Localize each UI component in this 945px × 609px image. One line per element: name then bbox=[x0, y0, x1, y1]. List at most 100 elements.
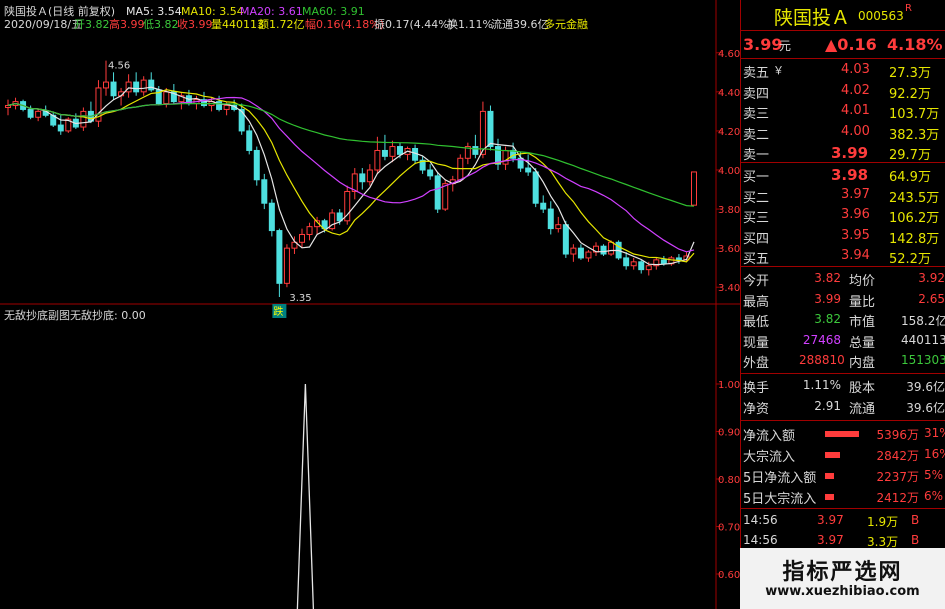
buy-level-label: 买四 bbox=[743, 231, 770, 247]
buy-price: 3.96 bbox=[841, 207, 870, 222]
flow-value: 5396万 bbox=[876, 428, 919, 442]
flow-label: 5日大宗流入 bbox=[743, 492, 817, 507]
price-tick-label: 3.40 bbox=[718, 283, 740, 294]
candle-body bbox=[562, 224, 569, 255]
price-row: 3.99 元 ▲0.16 4.18% bbox=[741, 34, 945, 56]
candle-body bbox=[570, 247, 577, 255]
stat-value: 440113 bbox=[901, 332, 945, 347]
watermark-logo: 指标严选网 www.xuezhibiao.com bbox=[740, 548, 945, 609]
stat-value: 158.2亿 bbox=[901, 314, 945, 328]
stat-row: 现量 27468 总量 440113 bbox=[741, 331, 945, 351]
watermark-url: www.xuezhibiao.com bbox=[765, 584, 920, 599]
separator bbox=[741, 420, 945, 421]
flow-pct: 16% bbox=[924, 447, 945, 461]
buy-price: 3.98 bbox=[831, 166, 869, 184]
candle-body bbox=[148, 79, 155, 91]
concept-label: 多元金融 bbox=[544, 17, 588, 31]
turnover-label: 换1.11% bbox=[447, 17, 493, 31]
buy-volume: 243.5万 bbox=[889, 190, 940, 206]
candle-body bbox=[283, 247, 290, 284]
sub-chart-axis: 1.000.900.800.700.600.50 bbox=[716, 380, 740, 581]
stat-row: 换手 1.11% 股本 39.6亿 bbox=[741, 376, 945, 396]
sell-volume: 27.3万 bbox=[889, 66, 931, 81]
candle-body bbox=[487, 110, 494, 148]
candle-body bbox=[268, 202, 275, 232]
flow-bar bbox=[825, 494, 835, 500]
candle-body bbox=[623, 257, 630, 267]
stock-name: 陕国投Ａ bbox=[774, 7, 851, 29]
flow-bar bbox=[825, 452, 841, 458]
price-tick-label: 4.60 bbox=[718, 49, 740, 60]
volume-label: 量440113 bbox=[211, 18, 264, 31]
ma20-label: MA20: 3.61 bbox=[240, 5, 303, 18]
buy-level-label: 买二 bbox=[743, 190, 770, 206]
tick-price: 3.97 bbox=[817, 533, 844, 547]
date-label: 2020/09/18/五 bbox=[4, 18, 82, 31]
buy-level-label: 买一 bbox=[743, 170, 770, 185]
buy-volume: 106.2万 bbox=[889, 211, 940, 226]
candle-body bbox=[525, 167, 532, 173]
flow-pct: 31% bbox=[924, 426, 945, 440]
flow-value: 2842万 bbox=[876, 449, 919, 463]
sell-level-label: 卖五 bbox=[743, 66, 770, 81]
sell-price: 3.99 bbox=[831, 144, 869, 162]
sub-tick-label: 0.90 bbox=[718, 428, 740, 439]
ma20-line bbox=[7, 96, 695, 253]
candle-body bbox=[57, 124, 64, 132]
candle-body bbox=[381, 149, 388, 157]
candle-body bbox=[472, 146, 479, 155]
candle-body bbox=[547, 208, 554, 230]
tick-volume: 1.9万 bbox=[867, 515, 899, 529]
candle-body bbox=[675, 257, 682, 261]
amount-label: 额1.72亿 bbox=[258, 18, 305, 31]
candle-body bbox=[103, 81, 109, 89]
stat-label: 最低 bbox=[743, 315, 770, 330]
stock-title: 陕国投Ａ(日线 前复权) bbox=[4, 4, 115, 18]
stat-label: 股本 bbox=[849, 381, 876, 396]
stat-value: 39.6亿 bbox=[906, 401, 945, 415]
change-label: 幅0.16(4.18%) bbox=[305, 18, 384, 31]
candle-body bbox=[442, 183, 449, 210]
candle-body bbox=[306, 226, 313, 235]
sell-price: 4.01 bbox=[841, 103, 870, 118]
stat-row: 外盘 288810 内盘 151303 bbox=[741, 351, 945, 371]
sell-row: 卖一 3.99 29.7万 bbox=[741, 143, 945, 163]
price-tick-label: 3.60 bbox=[718, 244, 740, 255]
currency-mark: ￥ bbox=[773, 64, 784, 77]
candle-body bbox=[577, 247, 584, 259]
price-change: ▲0.16 bbox=[825, 35, 877, 54]
candle-body bbox=[645, 265, 652, 271]
buy-volume: 142.8万 bbox=[889, 231, 940, 247]
buy-row: 买四 3.95 142.8万 bbox=[741, 227, 945, 247]
price-axis: 4.60 4.40 4.20 4.00 3.80 3.60 3.40 bbox=[716, 49, 740, 294]
stat-value: 3.99 bbox=[814, 291, 841, 306]
candle-body bbox=[299, 233, 305, 243]
candle-body bbox=[5, 105, 11, 108]
candle-body bbox=[253, 149, 260, 181]
sell-level-label: 卖三 bbox=[743, 107, 770, 122]
stat-row: 今开 3.82 均价 3.92 bbox=[741, 269, 945, 289]
kline-chart[interactable]: 陕国投Ａ(日线 前复权) MA5: 3.54 MA10: 3.54 MA20: … bbox=[0, 0, 740, 609]
close-label: 收3.99 bbox=[177, 17, 213, 31]
stock-flag: R bbox=[905, 3, 912, 14]
stat-value: 288810 bbox=[799, 353, 845, 367]
sell-volume: 92.2万 bbox=[889, 86, 931, 102]
candle-body bbox=[389, 146, 396, 157]
candle-body bbox=[397, 146, 403, 155]
tick-time: 14:56 bbox=[743, 513, 778, 527]
stat-value: 3.82 bbox=[814, 312, 841, 326]
flow-row: 5日净流入额 2237万 5% bbox=[741, 466, 945, 486]
sell-row: 卖五 4.03 27.3万 ￥ bbox=[741, 61, 945, 81]
stat-row: 最低 3.82 市值 158.2亿 bbox=[741, 310, 945, 330]
candle-body bbox=[691, 171, 697, 206]
sell-row: 卖四 4.02 92.2万 bbox=[741, 82, 945, 102]
tick-side: B bbox=[911, 533, 920, 547]
float-cap-label: 流通39.6亿 bbox=[491, 17, 549, 31]
candle-body bbox=[555, 224, 562, 230]
price-tick-label: 4.40 bbox=[718, 88, 740, 99]
flow-pct: 6% bbox=[924, 489, 944, 503]
flow-value: 2412万 bbox=[876, 491, 919, 505]
buy-price: 3.95 bbox=[841, 227, 870, 243]
candle-body bbox=[359, 173, 366, 183]
candle-body bbox=[600, 245, 607, 255]
